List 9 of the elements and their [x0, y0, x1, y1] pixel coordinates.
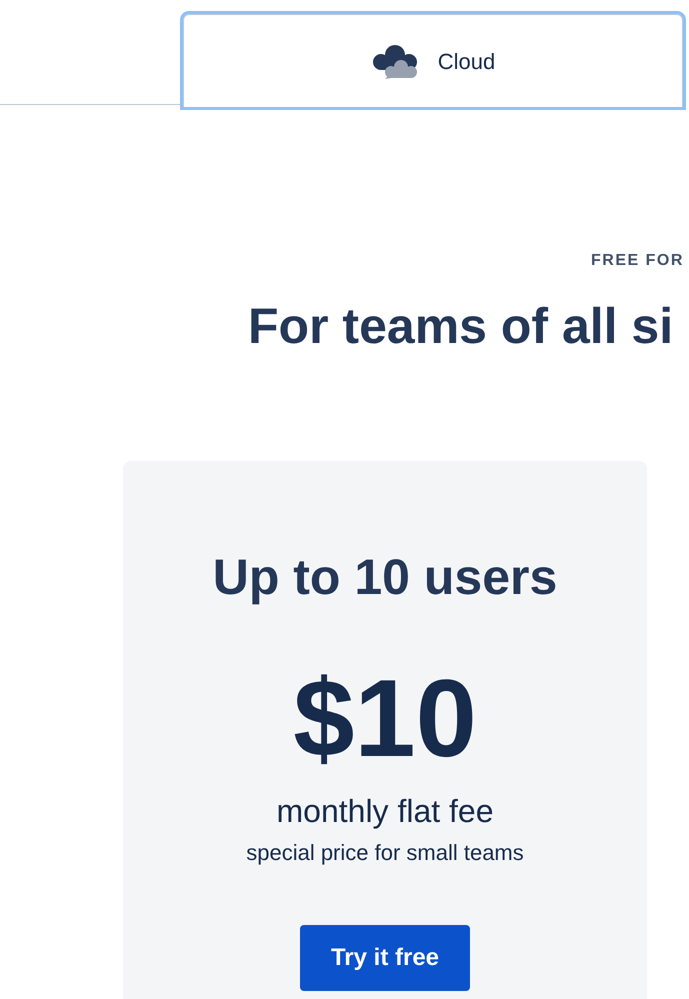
cloud-tab[interactable]: Cloud [183, 14, 683, 107]
price-note: special price for small teams [246, 842, 524, 864]
try-free-button[interactable]: Try it free [300, 925, 470, 991]
cloud-icon [370, 44, 418, 78]
plan-price: $10 [293, 664, 477, 774]
plan-title: Up to 10 users [212, 552, 558, 602]
section-eyebrow: FREE FOR [591, 251, 684, 271]
section-heading: For teams of all si [248, 301, 674, 351]
price-period: monthly flat fee [276, 795, 494, 827]
